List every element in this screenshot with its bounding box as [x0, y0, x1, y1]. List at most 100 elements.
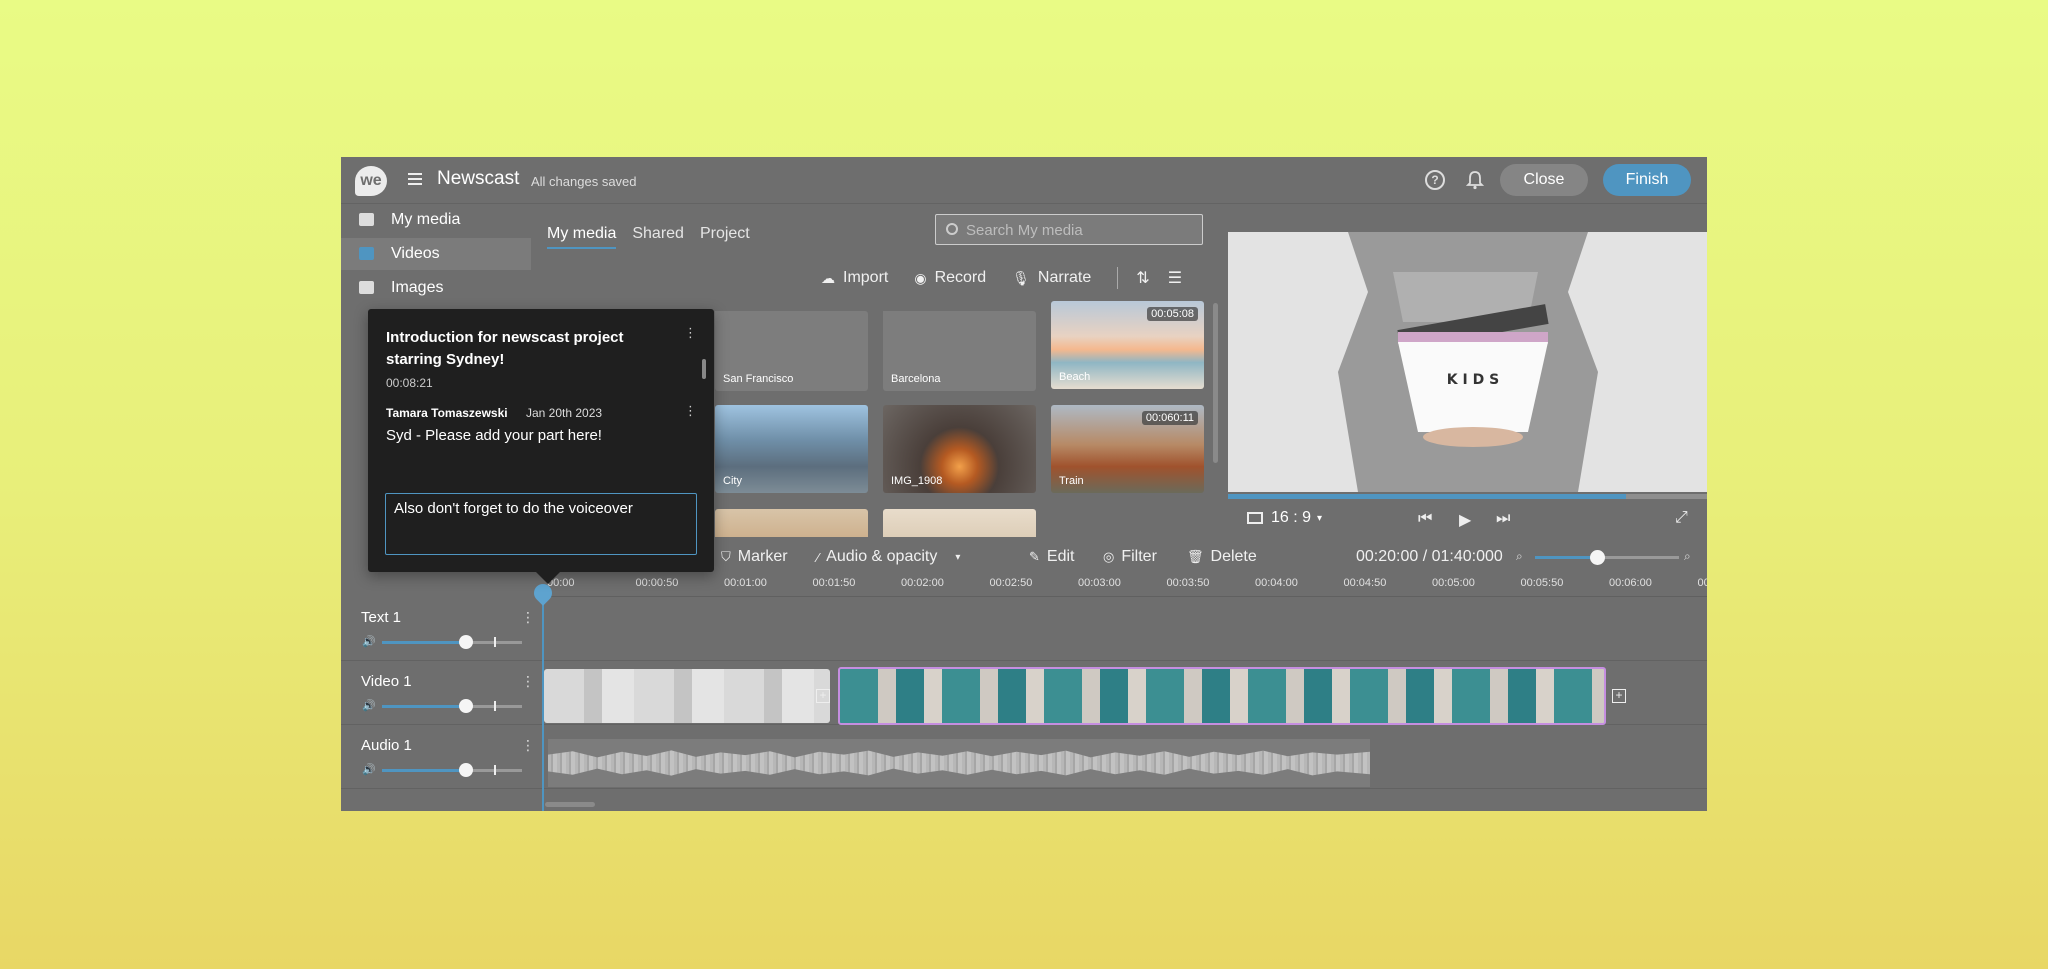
video-tile-img-1908[interactable]: IMG_1908 [883, 405, 1036, 493]
record-icon: ◉ [914, 269, 927, 286]
trash-icon: 🗑 [1187, 549, 1204, 564]
more-vertical-icon[interactable]: ⋮ [521, 737, 535, 754]
timeline-ruler[interactable]: 00:00 00:00:50 00:01:00 00:01:50 00:02:00 00:… [541, 575, 1707, 597]
microphone-icon: 🎙 [1012, 269, 1030, 286]
palette-icon: ◎ [1103, 549, 1115, 564]
chevron-down-icon: ▾ [955, 551, 961, 563]
volume-handle[interactable] [459, 635, 473, 649]
zoom-slider-handle[interactable] [1589, 550, 1605, 565]
marker-button[interactable]: ⛉ Marker [721, 548, 788, 566]
folder-tile-barcelona[interactable]: Barcelona [883, 311, 1036, 391]
volume-icon[interactable]: 🔊 [362, 699, 376, 712]
folder-tile-san-francisco[interactable]: San Francisco [715, 311, 868, 391]
video-tile[interactable] [715, 509, 868, 537]
aspect-ratio-select[interactable]: 16 : 9 ▾ [1247, 509, 1322, 527]
tab-project[interactable]: Project [700, 225, 750, 249]
narrate-button[interactable]: 🎙 Narrate [1012, 269, 1091, 287]
marker-icon: ⛉ [721, 549, 731, 564]
video-tile-train[interactable]: 00:060:11 Train [1051, 405, 1204, 493]
more-vertical-icon[interactable]: ⋮ [521, 609, 535, 626]
track-volume-slider[interactable] [382, 635, 522, 649]
volume-handle[interactable] [459, 699, 473, 713]
zoom-slider[interactable] [1535, 550, 1679, 565]
volume-fill [382, 641, 466, 644]
ruler-tick: 00:01:00 [724, 577, 767, 589]
tile-duration: 00:05:08 [1147, 307, 1198, 321]
video-preview[interactable]: K I D S [1228, 232, 1707, 492]
video-tile[interactable] [883, 509, 1036, 537]
video-tile-city[interactable]: City [715, 405, 868, 493]
finish-button[interactable]: Finish [1603, 164, 1691, 196]
track-text-1: Text 1 ⋮ 🔊 [341, 597, 1707, 661]
comment-timestamp[interactable]: 00:08:21 [386, 376, 433, 390]
volume-handle[interactable] [459, 763, 473, 777]
record-button[interactable]: ◉ Record [914, 269, 986, 287]
video-tile-beach[interactable]: 00:05:08 Beach [1051, 301, 1204, 389]
project-title[interactable]: Newscast [437, 168, 519, 190]
more-vertical-icon[interactable]: ⋮ [521, 673, 535, 690]
filter-list-button[interactable]: ☰ [1168, 268, 1182, 288]
audio-opacity-button[interactable]: ∕ Audio & opacity ▾ [817, 548, 960, 566]
more-vertical-icon[interactable]: ⋮ [684, 403, 697, 419]
fullscreen-icon[interactable]: ⤢ [1675, 509, 1688, 527]
ruler-tick: 00:02:50 [989, 577, 1033, 589]
sidebar-item-label: Videos [391, 245, 440, 262]
preview-progress[interactable] [1228, 494, 1707, 499]
preview-frame: K I D S [1228, 232, 1707, 492]
volume-icon[interactable]: 🔊 [362, 763, 376, 776]
zoom-out-icon[interactable]: ⌕ [1516, 549, 1523, 564]
comment-date: Jan 20th 2023 [526, 406, 603, 420]
folder-icon [359, 213, 374, 226]
track-volume-slider[interactable] [382, 763, 522, 777]
add-clip-icon[interactable]: + [1612, 689, 1626, 703]
play-icon[interactable]: ▶ [1459, 510, 1471, 530]
media-scrollbar[interactable] [1213, 303, 1218, 463]
close-button[interactable]: Close [1500, 164, 1588, 196]
reply-input[interactable]: Also don't forget to do the voiceover [385, 493, 697, 555]
toolbar-divider [1117, 267, 1119, 289]
import-button[interactable]: ☁ Import [821, 269, 888, 287]
filter-label: Filter [1121, 548, 1157, 565]
menu-icon[interactable] [408, 171, 422, 185]
search-input[interactable] [966, 219, 1196, 241]
zoom-in-icon[interactable]: ⌕ [1684, 549, 1691, 564]
sidebar-item-my-media[interactable]: My media [341, 204, 531, 236]
import-label: Import [843, 269, 889, 286]
tile-label: IMG_1908 [891, 475, 943, 487]
tab-my-media[interactable]: My media [547, 225, 617, 249]
record-label: Record [934, 269, 987, 286]
slash-icon: ∕ [817, 549, 820, 565]
delete-button[interactable]: 🗑 Delete [1187, 548, 1257, 566]
ruler-tick: 00:01:50 [812, 577, 856, 589]
skip-back-icon[interactable]: ⏮ [1418, 510, 1432, 528]
clapper-text: K I D S [1447, 372, 1499, 388]
comment-scrollbar[interactable] [702, 359, 706, 379]
more-vertical-icon[interactable]: ⋮ [684, 325, 697, 341]
help-icon[interactable]: ? [1425, 170, 1445, 190]
tab-shared[interactable]: Shared [632, 225, 684, 249]
app-header: we Newscast All changes saved ? Close Fi… [341, 157, 1707, 204]
bell-icon[interactable] [1466, 170, 1484, 190]
delete-label: Delete [1210, 548, 1257, 565]
timeline-scrollbar[interactable] [545, 802, 595, 807]
comment-author: Tamara Tomaszewski [386, 406, 508, 420]
sidebar-item-images[interactable]: Images [341, 272, 531, 304]
ruler-tick: 00:06:00 [1609, 577, 1652, 589]
edit-button[interactable]: ✎ Edit [1029, 548, 1074, 566]
we-logo[interactable]: we [355, 166, 387, 196]
video-clip-beach[interactable] [838, 667, 1606, 725]
audio-clip[interactable] [548, 739, 1370, 787]
search-box [935, 214, 1203, 245]
track-label: Text 1 [361, 609, 402, 626]
skip-forward-icon[interactable]: ⏭ [1496, 510, 1510, 528]
volume-icon[interactable]: 🔊 [362, 635, 376, 648]
add-transition-icon[interactable]: + [816, 689, 830, 703]
sort-button[interactable]: ⇅ [1136, 268, 1149, 288]
volume-tick [494, 637, 496, 647]
sidebar-item-videos[interactable]: Videos [341, 238, 531, 270]
video-clip-intro[interactable] [544, 669, 830, 723]
track-volume-slider[interactable] [382, 699, 522, 713]
tile-label: San Francisco [723, 373, 794, 385]
audio-opacity-label: Audio & opacity [826, 548, 938, 565]
filter-button[interactable]: ◎ Filter [1103, 548, 1157, 566]
